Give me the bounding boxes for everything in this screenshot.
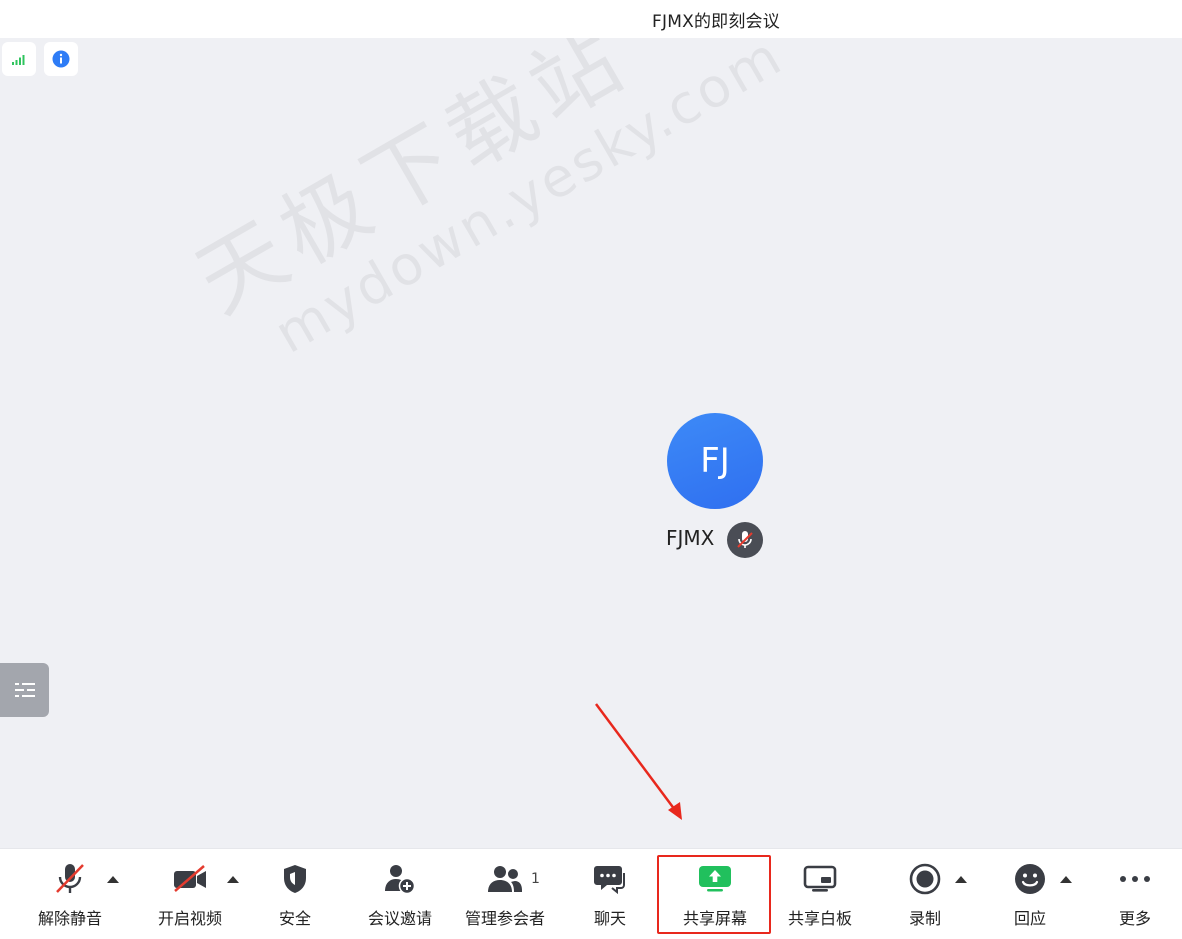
whiteboard-button[interactable]: 共享白板 (780, 849, 860, 939)
share-screen-icon (699, 866, 731, 892)
info-icon (52, 50, 70, 68)
participant-avatar: FJ (667, 413, 763, 509)
reactions-options-caret[interactable] (1060, 876, 1072, 883)
meeting-info-button[interactable] (44, 42, 78, 76)
title-bar: FJMX的即刻会议 (0, 0, 1182, 38)
side-panel-toggle-button[interactable] (0, 663, 49, 717)
participant-name: FJMX (666, 526, 715, 550)
manage-participants-button[interactable]: 管理参会者 (460, 849, 550, 939)
shield-icon (284, 865, 306, 893)
network-status-button[interactable] (2, 42, 36, 76)
unmute-button[interactable]: 解除静音 (32, 849, 108, 939)
meeting-toolbar: 解除静音 开启视频 安全 会议邀请 管理参会者 1 聊天 共享屏幕 共享白板 录… (0, 848, 1182, 939)
add-user-icon (385, 865, 416, 895)
video-camera-off-icon (174, 865, 206, 892)
start-video-button[interactable]: 开启视频 (152, 849, 228, 939)
chat-button[interactable]: 聊天 (580, 849, 640, 939)
participant-mute-badge (727, 522, 763, 558)
smiley-face-icon (1015, 864, 1045, 894)
security-button[interactable]: 安全 (260, 849, 330, 939)
invite-button[interactable]: 会议邀请 (360, 849, 440, 939)
audio-options-caret[interactable] (107, 876, 119, 883)
annotation-arrow (594, 703, 682, 820)
list-panel-icon (14, 683, 35, 697)
share-screen-button[interactable]: 共享屏幕 (670, 849, 760, 939)
watermark-url: mydown.yesky.com (264, 38, 794, 366)
window-title: FJMX的即刻会议 (652, 11, 780, 32)
record-options-caret[interactable] (955, 876, 967, 883)
participants-icon (488, 866, 522, 892)
more-button[interactable]: 更多 (1105, 849, 1165, 939)
microphone-muted-icon (56, 864, 84, 893)
participant-count: 1 (531, 871, 540, 887)
more-dots-icon (1120, 876, 1150, 882)
avatar-initials: FJ (700, 441, 730, 481)
record-icon (909, 863, 941, 895)
video-options-caret[interactable] (227, 876, 239, 883)
reactions-button[interactable]: 回应 (1000, 849, 1060, 939)
meeting-stage: 天极下载站 mydown.yesky.com FJ FJMX (0, 38, 1182, 848)
microphone-muted-icon (737, 531, 753, 548)
whiteboard-icon (803, 865, 837, 892)
watermark: 天极下载站 mydown.yesky.com (170, 38, 794, 386)
record-button[interactable]: 录制 (895, 849, 955, 939)
chat-bubble-icon (594, 866, 625, 895)
signal-strength-icon (12, 55, 25, 65)
watermark-text: 天极下载站 (180, 38, 647, 333)
